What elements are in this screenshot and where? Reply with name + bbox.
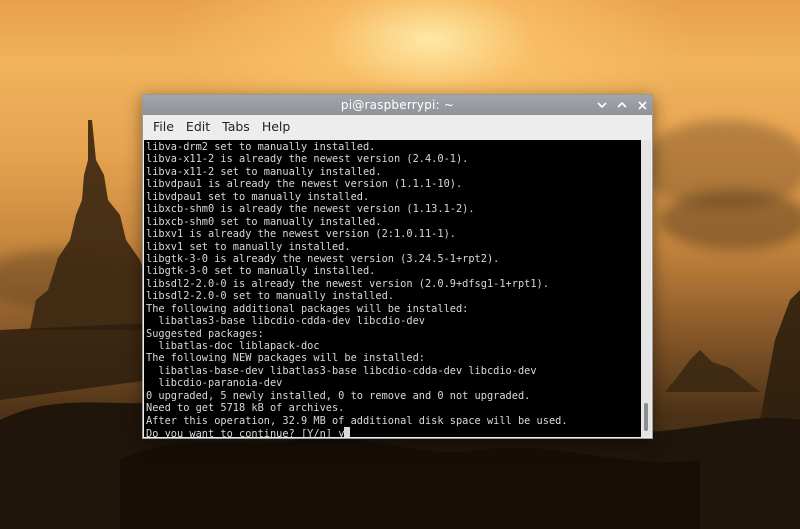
terminal-line: libxv1 is already the newest version (2:… (146, 228, 456, 241)
terminal-line: libvdpau1 set to manually installed. (146, 190, 370, 203)
terminal-line: libva-x11-2 set to manually installed. (146, 165, 382, 178)
terminal-line: Need to get 5718 kB of archives. (146, 402, 345, 415)
terminal-prompt: Do you want to continue? [Y/n] (146, 428, 339, 437)
terminal-line: The following NEW packages will be insta… (146, 352, 425, 365)
terminal-output[interactable]: libva-drm2 set to manually installed. lib… (144, 140, 641, 437)
terminal-line: libcdio-paranoia-dev (146, 377, 283, 390)
scrollbar-thumb[interactable] (644, 403, 648, 431)
terminal-line: libgtk-3-0 set to manually installed. (146, 265, 376, 278)
terminal-line: libatlas-base-dev libatlas3-base libcdio… (146, 364, 537, 377)
window-controls (596, 95, 648, 115)
close-icon[interactable] (636, 98, 648, 112)
terminal-window: pi@raspberrypi: ~ File Edit Tabs Help li… (142, 94, 653, 439)
terminal-text: libva-drm2 set to manually installed. lib… (144, 140, 641, 437)
terminal-line: libxv1 set to manually installed. (146, 240, 351, 253)
terminal-line: libva-x11-2 is already the newest versio… (146, 153, 469, 166)
desktop-wallpaper: pi@raspberrypi: ~ File Edit Tabs Help li… (0, 0, 800, 529)
terminal-prompt-line: Do you want to continue? [Y/n] y (146, 427, 641, 437)
menu-tabs[interactable]: Tabs (216, 115, 256, 139)
terminal-line: libsdl2-2.0-0 set to manually installed. (146, 290, 394, 303)
window-title: pi@raspberrypi: ~ (340, 98, 455, 112)
menu-edit[interactable]: Edit (180, 115, 216, 139)
menu-file[interactable]: File (147, 115, 180, 139)
terminal-cursor (344, 427, 351, 437)
terminal-line: libxcb-shm0 is already the newest versio… (146, 203, 475, 216)
terminal-line: libgtk-3-0 is already the newest version… (146, 252, 500, 265)
terminal-line: The following additional packages will b… (146, 302, 469, 315)
terminal-line: After this operation, 32.9 MB of additio… (146, 414, 568, 427)
terminal-line: libva-drm2 set to manually installed. (146, 141, 376, 153)
window-titlebar[interactable]: pi@raspberrypi: ~ (143, 95, 652, 115)
menu-bar: File Edit Tabs Help (143, 115, 652, 139)
terminal-scrollbar[interactable] (641, 140, 651, 437)
terminal-line: libvdpau1 is already the newest version … (146, 178, 463, 191)
terminal-line: libatlas-doc liblapack-doc (146, 340, 320, 352)
terminal-line: Suggested packages: (146, 327, 264, 340)
terminal-line: libsdl2-2.0-0 is already the newest vers… (146, 277, 549, 290)
terminal-line: 0 upgraded, 5 newly installed, 0 to remo… (146, 389, 531, 402)
terminal-line: libxcb-shm0 set to manually installed. (146, 215, 382, 228)
menu-help[interactable]: Help (256, 115, 297, 139)
chevron-up-icon[interactable] (616, 98, 628, 112)
terminal-line: libatlas3-base libcdio-cdda-dev libcdio-… (146, 315, 425, 328)
chevron-down-icon[interactable] (596, 98, 608, 112)
